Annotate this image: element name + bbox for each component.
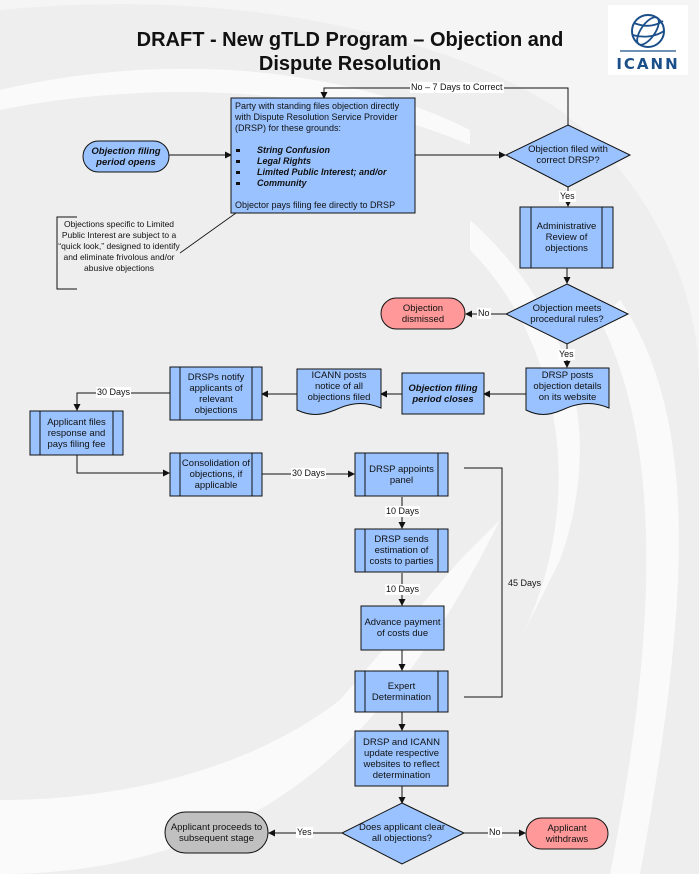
node-advance-payment: Advance payment of costs due [364, 617, 441, 639]
node-expert-determination: Expert Determination [371, 680, 432, 703]
node-clear-line-1: Does applicant clear [358, 822, 446, 833]
ground-item: Legal Rights [235, 156, 412, 167]
node-clear-objections: Does applicant clear all objections? [348, 818, 456, 848]
label-10-days-payment: 10 Days [385, 584, 421, 595]
logo-text: ICANN [616, 55, 680, 73]
node-filing-opens-line-1: Objection filing [91, 145, 161, 157]
node-drsp-posts: DRSP posts objection details on its webs… [533, 370, 602, 403]
icann-logo: ICANN [608, 5, 688, 75]
node-admin-review: Administrative Review of objections [536, 221, 597, 254]
node-withdraws: Applicant withdraws [545, 822, 589, 845]
label-45-days: 45 Days [508, 578, 542, 588]
title-line-2: Dispute Resolution [258, 53, 442, 75]
label-yes-procedural: Yes [558, 349, 575, 360]
label-no-procedural: No [477, 308, 491, 319]
node-consolidation: Consolidation of objections, if applicab… [181, 458, 251, 491]
page-title: DRAFT - New gTLD Program – Objection and… [90, 28, 610, 76]
label-10-days-estimation: 10 Days [385, 506, 421, 517]
grounds-list: String Confusion Legal Rights Limited Pu… [235, 145, 412, 189]
edge-applicant-to-consolidation [76, 455, 170, 477]
background-swoosh [470, 220, 580, 640]
title-line-1: DRAFT - New gTLD Program – Objection and [136, 29, 564, 51]
node-filing-closes: Objection filing period closes [402, 373, 484, 414]
background-swoosh [600, 300, 679, 874]
node-update-websites: DRSP and ICANN update respective website… [363, 736, 440, 781]
node-filing-opens: Objection filing period opens [83, 141, 169, 172]
label-no-7-days: No – 7 Days to Correct [410, 82, 504, 93]
note-connector [179, 212, 237, 254]
edge-45-days [464, 467, 503, 698]
label-yes-correct: Yes [559, 191, 576, 202]
node-main-filing: Party with standing files objection dire… [232, 99, 415, 213]
ground-item: Community [235, 178, 412, 189]
node-applicant-files: Applicant files response and pays filing… [47, 416, 106, 450]
label-yes-clear: Yes [296, 827, 313, 838]
node-dismissed: Objection dismissed [401, 302, 445, 325]
node-procedural-rules: Objection meets procedural rules? [516, 299, 618, 329]
node-clear-line-2: all objections? [371, 833, 433, 844]
main-filing-footer: Objector pays filing fee directly to DRS… [235, 200, 396, 210]
node-procedural-line-1: Objection meets [532, 303, 602, 314]
node-correct-drsp-line-1: Objection filed with [528, 144, 608, 155]
label-30-days-consolidation: 30 Days [291, 468, 327, 479]
node-correct-drsp-line-2: correct DRSP? [536, 155, 600, 166]
node-correct-drsp: Objection filed with correct DRSP? [516, 140, 620, 170]
node-icann-posts: ICANN posts notice of all objections fil… [307, 370, 371, 403]
node-proceeds: Applicant proceeds to subsequent stage [170, 821, 263, 844]
node-sends-estimation: DRSP sends estimation of costs to partie… [369, 534, 434, 567]
ground-item: Limited Public Interest; and/or [235, 167, 412, 178]
node-filing-opens-line-2: period opens [96, 156, 156, 168]
quick-look-note: Objections specific to Limited Public In… [58, 219, 180, 273]
flowchart-canvas: DRAFT - New gTLD Program – Objection and… [0, 0, 699, 874]
main-filing-intro: Party with standing files objection dire… [235, 101, 400, 133]
ground-item: String Confusion [235, 145, 412, 156]
label-no-clear: No [488, 827, 502, 838]
node-filing-closes-line-1: Objection filing [408, 382, 478, 394]
node-appoints-panel: DRSP appoints panel [369, 463, 434, 486]
node-filing-closes-line-2: period closes [412, 393, 474, 405]
node-procedural-line-2: procedural rules? [530, 314, 604, 325]
globe-icon [620, 14, 676, 52]
node-drsps-notify: DRSPs notify applicants of relevant obje… [187, 371, 245, 416]
label-30-days-notify: 30 Days [96, 387, 132, 398]
